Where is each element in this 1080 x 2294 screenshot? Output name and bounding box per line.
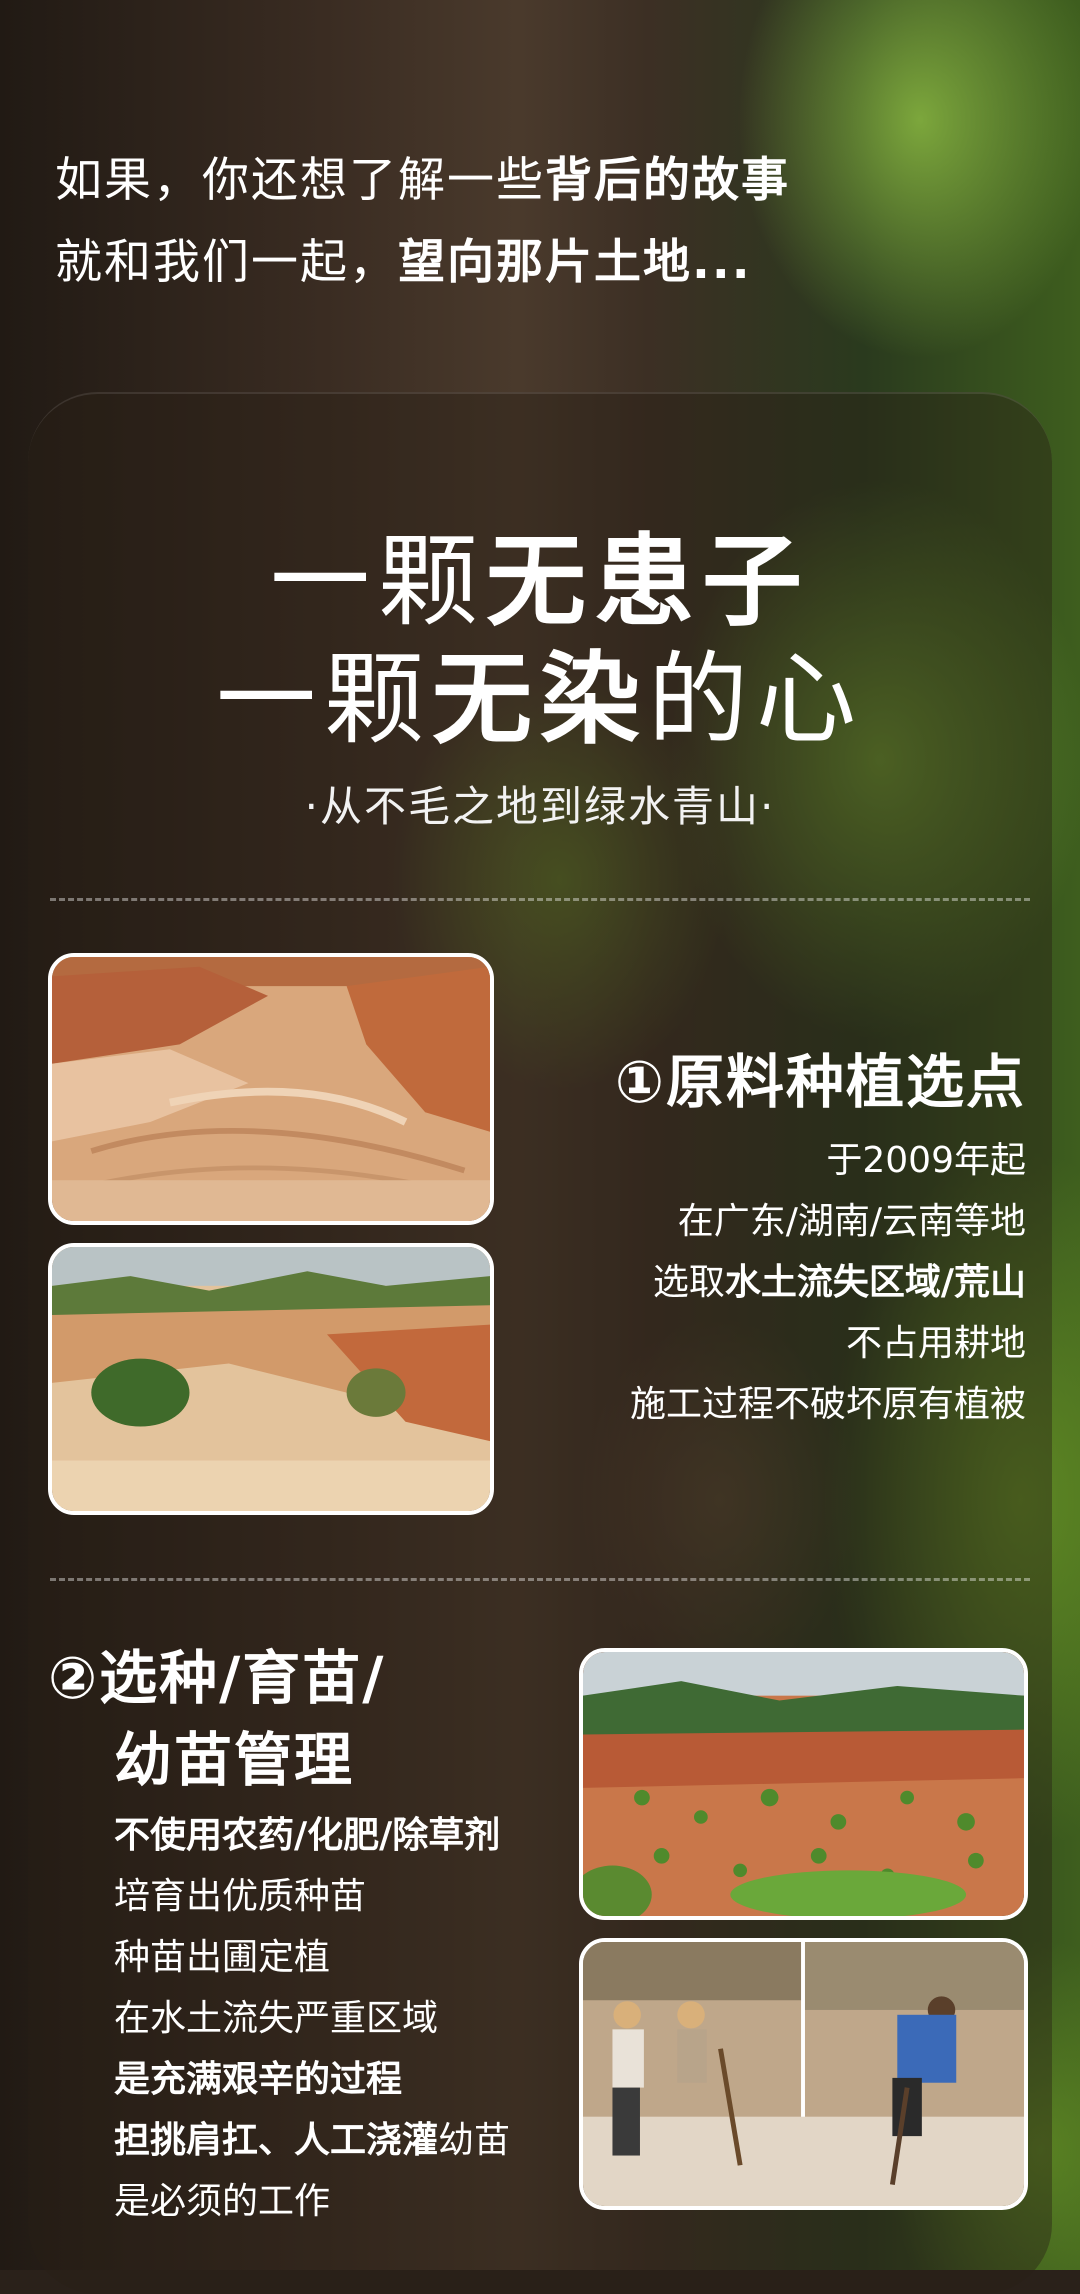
workers-digging-photo [579,1938,1028,2210]
section2-line-bold: 担挑肩扛、人工浇灌 [114,2120,439,2161]
barren-hills-image [52,1247,490,1511]
divider-2 [50,1578,1030,1581]
section2-title-line2: 幼苗管理 [114,1726,355,1794]
section2-line: 不使用农药/化肥/除草剂 [114,1805,510,1866]
section2-line: 是充满艰辛的过程 [114,2049,510,2110]
barren-hills-photo [48,1243,494,1515]
intro-line2-emphasis: 望向那片土地... [398,235,752,290]
divider-1 [50,898,1030,901]
section1-line: 不占用耕地 [845,1323,1026,1364]
intro-line1: 如果，你还想了解一些 [55,153,545,208]
headline-line2-plain-a: 一颗 [216,641,432,758]
section2-line-bold: 是充满艰辛的过程 [114,2059,403,2100]
planted-seedlings-photo [579,1648,1028,1920]
section1-line: 选取水土流失区域/荒山 [630,1252,1026,1313]
section2-line: 担挑肩扛、人工浇灌幼苗 [114,2110,510,2171]
section2-line: 在水土流失严重区域 [114,1998,439,2039]
eroded-red-land-photo [48,953,494,1225]
headline-line2-bold: 无染 [432,641,648,758]
section2-line: 培育出优质种苗 [114,1876,367,1917]
seedlings-image [583,1652,1024,1916]
section1-text: 于2009年起 在广东/湖南/云南等地 选取水土流失区域/荒山 不占用耕地 施工… [630,1130,1026,1435]
section2-line-post: 幼苗 [438,2120,511,2161]
section1-line: 施工过程不破坏原有植被 [629,1384,1026,1425]
section1-line-pre: 选取 [652,1262,725,1303]
headline-line2-plain-b: 的心 [648,641,864,758]
section2-line-bold: 不使用农药/化肥/除草剂 [114,1815,501,1856]
subtitle: ·从不毛之地到绿水青山· [304,782,776,831]
section1-line: 于2009年起 [826,1140,1026,1181]
workers-image [583,1942,1024,2206]
intro-line2: 就和我们一起， [55,235,398,290]
section2-line: 是必须的工作 [114,2181,331,2222]
intro-text: 如果，你还想了解一些背后的故事 就和我们一起，望向那片土地... [55,140,790,304]
section2-title-line1: ②选种/育苗/ [48,1644,386,1712]
section1-line: 在广东/湖南/云南等地 [677,1201,1026,1242]
eroded-land-image [52,957,490,1221]
headline-line2: 一颗无染的心 [0,618,1080,763]
intro-line1-emphasis: 背后的故事 [545,153,790,208]
section2-line: 种苗出圃定植 [114,1937,331,1978]
section1-title: ①原料种植选点 [614,1048,1026,1116]
section2-text: 不使用农药/化肥/除草剂 培育出优质种苗 种苗出圃定植 在水土流失严重区域 是充… [114,1805,510,2232]
section1-line-bold: 水土流失区域/荒山 [724,1262,1026,1303]
